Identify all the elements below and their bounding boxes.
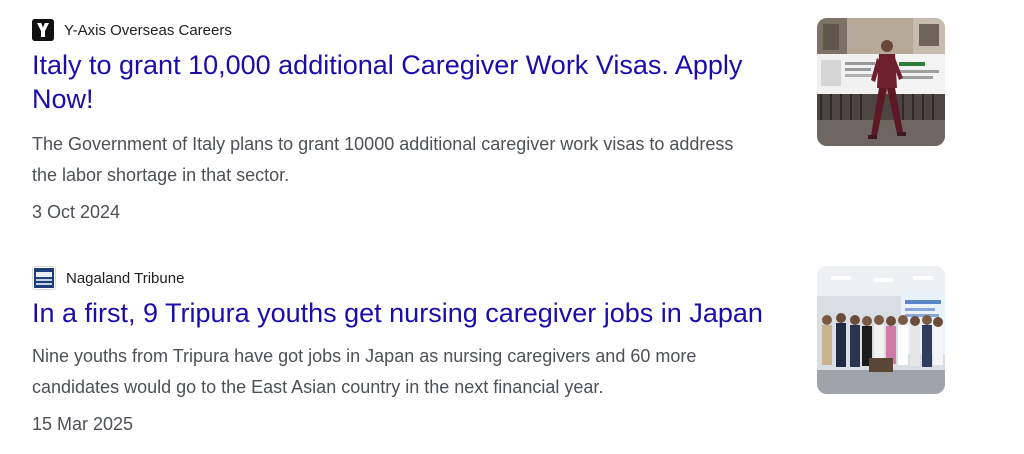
article-snippet: Nine youths from Tripura have got jobs i… [32,346,697,397]
news-result-1: Y-Axis Overseas Careers Italy to grant 1… [32,16,1022,223]
article-snippet: The Government of Italy plans to grant 1… [32,134,734,185]
source-name: Nagaland Tribune [66,269,185,287]
article-title-link[interactable]: In a first, 9 Tripura youths get nursing… [32,296,792,330]
article-date: 15 Mar 2025 [32,414,134,434]
article-date: 3 Oct 2024 [32,202,121,222]
y-axis-logo-icon [32,19,54,41]
article-title-link[interactable]: Italy to grant 10,000 additional Caregiv… [32,48,792,116]
woman-walking-thumbnail[interactable] [817,18,945,146]
nagaland-tribune-logo-icon [32,266,56,290]
source-name: Y-Axis Overseas Careers [64,21,232,39]
group-photo-thumbnail[interactable] [817,266,945,394]
news-result-2: Nagaland Tribune In a first, 9 Tripura y… [32,264,1022,435]
